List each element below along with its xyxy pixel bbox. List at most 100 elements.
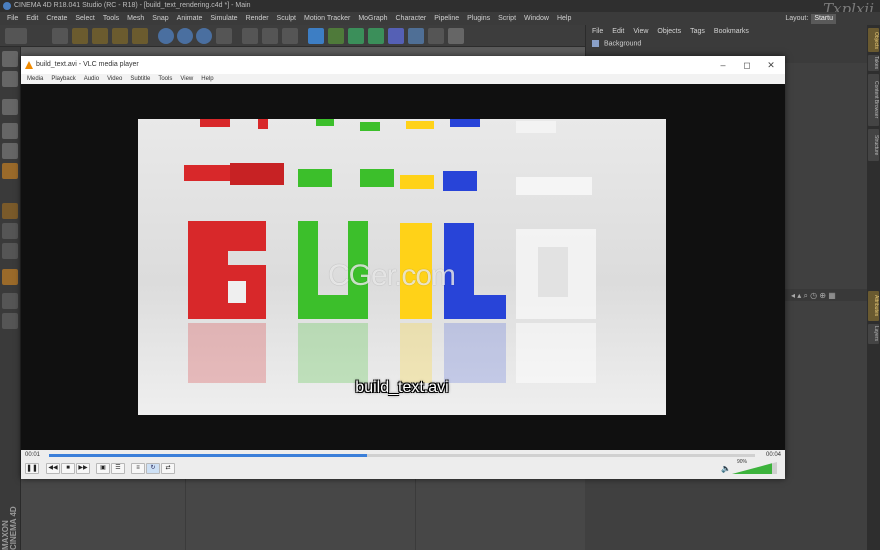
video-area[interactable]: CGer.com build_text.avi (21, 84, 785, 450)
main-toolbar (0, 25, 585, 47)
menu-snap[interactable]: Snap (148, 15, 172, 22)
live-select-icon[interactable] (132, 28, 148, 44)
minimize-icon[interactable]: – (711, 56, 735, 74)
pause-button[interactable]: ❚❚ (25, 463, 39, 474)
om-menu-edit[interactable]: Edit (612, 28, 624, 35)
scale-icon[interactable] (92, 28, 108, 44)
layout-dropdown[interactable]: Startu (811, 13, 836, 24)
menu-render[interactable]: Render (242, 15, 273, 22)
speaker-icon[interactable]: 🔈 (721, 464, 731, 473)
tab-attributes[interactable]: Attributes (868, 291, 879, 321)
camera-icon[interactable] (428, 28, 444, 44)
side-tabs: Objects Takes Content Browser Structure … (867, 25, 880, 550)
menu-create[interactable]: Create (42, 15, 71, 22)
next-button[interactable]: ▶▶ (76, 463, 90, 474)
light-icon[interactable] (448, 28, 464, 44)
vlc-controls: 00:01 00:04 ❚❚ ◀◀ ■ ▶▶ ▣ ☰ ≡ ↻ ⇄ 🔈 90% (21, 450, 785, 479)
menu-file[interactable]: File (3, 15, 22, 22)
edges-mode-icon[interactable] (2, 143, 18, 159)
menu-tools[interactable]: Tools (99, 15, 123, 22)
menu-pipeline[interactable]: Pipeline (430, 15, 463, 22)
previous-button[interactable]: ◀◀ (46, 463, 60, 474)
vlc-cone-icon (25, 61, 33, 69)
select-icon[interactable] (52, 28, 68, 44)
loop-button[interactable]: ↻ (146, 463, 160, 474)
z-axis-icon[interactable] (196, 28, 212, 44)
video-subtitle: build_text.avi (355, 379, 449, 396)
cube-icon[interactable] (308, 28, 324, 44)
maximize-icon[interactable]: ◻ (735, 56, 759, 74)
vlc-menu-help[interactable]: Help (197, 76, 217, 82)
menu-script[interactable]: Script (494, 15, 520, 22)
cloner-icon[interactable] (368, 28, 384, 44)
menu-mesh[interactable]: Mesh (123, 15, 148, 22)
object-manager-menu: File Edit View Objects Tags Bookmarks (592, 28, 749, 35)
menu-simulate[interactable]: Simulate (206, 15, 241, 22)
tab-structure[interactable]: Structure (868, 129, 879, 161)
model-mode-icon[interactable] (2, 71, 18, 87)
vlc-menu-media[interactable]: Media (23, 76, 47, 82)
om-menu-view[interactable]: View (633, 28, 648, 35)
vlc-menu-subtitle[interactable]: Subtitle (126, 76, 154, 82)
nav-arrows-icon[interactable]: ◂ ▴ ⌕ ◷ ⊕ ▦ (791, 291, 836, 301)
fullscreen-button[interactable]: ▣ (96, 463, 110, 474)
texture-mode-icon[interactable] (2, 99, 18, 115)
vlc-menu-view[interactable]: View (176, 76, 197, 82)
layout-label: Layout: (785, 15, 809, 22)
workplane-icon[interactable] (2, 269, 18, 285)
polygons-mode-icon[interactable] (2, 163, 18, 179)
om-menu-file[interactable]: File (592, 28, 603, 35)
axis-mode-icon[interactable] (2, 203, 18, 219)
vlc-menu-video[interactable]: Video (103, 76, 126, 82)
menu-edit[interactable]: Edit (22, 15, 42, 22)
menu-plugins[interactable]: Plugins (463, 15, 494, 22)
close-icon[interactable]: ✕ (759, 56, 783, 74)
x-axis-icon[interactable] (158, 28, 174, 44)
grid-icon[interactable] (2, 313, 18, 329)
c4d-window-title: CINEMA 4D R18.041 Studio (RC - R18) - [b… (14, 2, 251, 9)
shuffle-button[interactable]: ⇄ (161, 463, 175, 474)
lock-icon[interactable] (2, 293, 18, 309)
stop-button[interactable]: ■ (61, 463, 75, 474)
tab-content-browser[interactable]: Content Browser (868, 74, 879, 126)
menu-sculpt[interactable]: Sculpt (273, 15, 300, 22)
om-menu-bookmarks[interactable]: Bookmarks (714, 28, 749, 35)
tab-takes[interactable]: Takes (868, 55, 879, 71)
vlc-menu-audio[interactable]: Audio (80, 76, 103, 82)
menu-character[interactable]: Character (392, 15, 431, 22)
coordinate-system-icon[interactable] (216, 28, 232, 44)
seek-bar[interactable] (49, 454, 755, 457)
tweak-icon[interactable] (2, 223, 18, 239)
vlc-title-bar: build_text.avi - VLC media player (21, 56, 785, 74)
undo-icon[interactable] (5, 28, 27, 44)
move-icon[interactable] (72, 28, 88, 44)
vlc-menu-tools[interactable]: Tools (154, 76, 176, 82)
menu-motion-tracker[interactable]: Motion Tracker (300, 15, 354, 22)
menu-animate[interactable]: Animate (173, 15, 207, 22)
pen-icon[interactable] (328, 28, 344, 44)
points-mode-icon[interactable] (2, 123, 18, 139)
seek-progress (49, 454, 367, 457)
render-picture-viewer-icon[interactable] (262, 28, 278, 44)
snap-icon[interactable] (2, 243, 18, 259)
object-row-background[interactable]: Background (592, 40, 852, 50)
deformer-icon[interactable] (388, 28, 404, 44)
render-view-icon[interactable] (242, 28, 258, 44)
playlist-button[interactable]: ≡ (131, 463, 145, 474)
render-settings-icon[interactable] (282, 28, 298, 44)
tab-objects[interactable]: Objects (868, 28, 879, 52)
menu-window[interactable]: Window (520, 15, 553, 22)
om-menu-tags[interactable]: Tags (690, 28, 705, 35)
menu-help[interactable]: Help (553, 15, 575, 22)
tab-layers[interactable]: Layers (868, 324, 879, 344)
om-menu-objects[interactable]: Objects (657, 28, 681, 35)
y-axis-icon[interactable] (177, 28, 193, 44)
make-editable-icon[interactable] (2, 51, 18, 67)
vlc-menu-playback[interactable]: Playback (47, 76, 79, 82)
subdivision-icon[interactable] (348, 28, 364, 44)
extended-settings-button[interactable]: ☰ (111, 463, 125, 474)
menu-mograph[interactable]: MoGraph (354, 15, 391, 22)
rotate-icon[interactable] (112, 28, 128, 44)
floor-icon[interactable] (408, 28, 424, 44)
menu-select[interactable]: Select (71, 15, 98, 22)
